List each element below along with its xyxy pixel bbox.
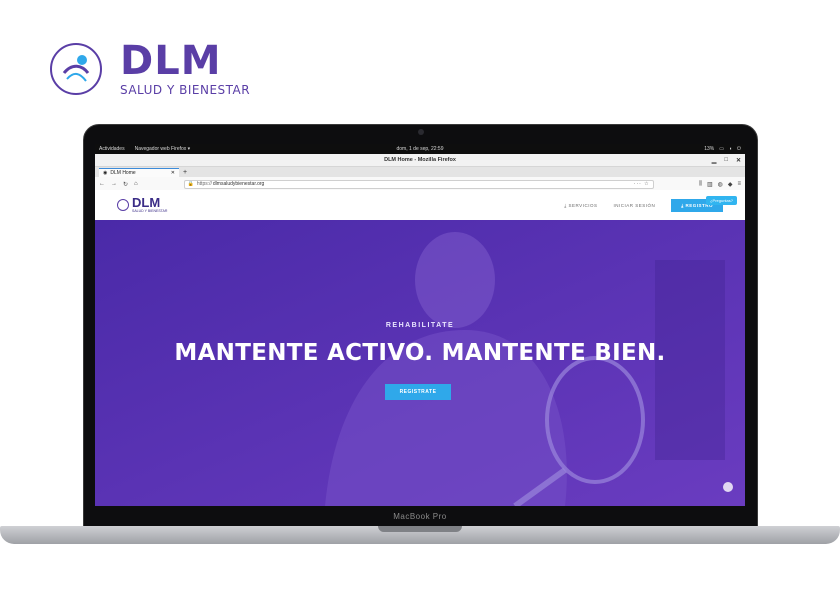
site-header: DLM SALUD Y BIENESTAR ⤓ SERVICIOS INICIA… [95,190,745,220]
hero-register-button[interactable]: REGISTRATE [385,384,451,400]
tab-label: DLM Home [110,170,136,176]
tab-strip: ◉ DLM Home ✕ + [95,167,745,177]
hero-section: REHABILITATE MANTENTE ACTIVO. MANTENTE B… [95,220,745,506]
os-clock[interactable]: dom, 1 de sep, 22:59 [95,146,745,152]
minimize-icon[interactable]: ▁ [712,157,717,164]
laptop-screen: dom, 1 de sep, 22:59 Actividades Navegad… [95,144,745,506]
site-logo-sub: SALUD Y BIENESTAR [132,209,168,213]
forward-icon[interactable]: → [111,181,117,187]
window-titlebar: DLM Home - Mozilla Firefox ▁ □ ✕ [95,154,745,167]
back-icon[interactable]: ← [99,181,105,187]
brand-logo: DLM SALUD Y BIENESTAR [50,40,250,98]
nav-servicios-label: SERVICIOS [568,202,598,208]
site-logo-text: DLM [132,195,161,210]
tab-dlm-home[interactable]: ◉ DLM Home ✕ [99,168,179,177]
url-host: dlmsaludybienestar.org [212,181,265,187]
brand-mark-icon [50,43,102,95]
extension-icon[interactable]: ◆ [728,181,733,188]
site-nav: ⤓ SERVICIOS INICIAR SESIÓN ⤓ REGISTRO [564,198,723,212]
hero-title: MANTENTE ACTIVO. MANTENTE BIEN. [174,340,666,366]
url-bar[interactable]: 🔒 https:// dlmsaludybienestar.org ··· ☆ [183,179,654,189]
website: DLM SALUD Y BIENESTAR ⤓ SERVICIOS INICIA… [95,190,745,506]
close-window-icon[interactable]: ✕ [736,157,741,164]
reload-icon[interactable]: ↻ [123,181,128,188]
url-scheme: https:// [196,181,212,187]
hero-kicker: REHABILITATE [385,322,455,329]
page-actions-icon[interactable]: ··· ☆ [634,181,650,187]
library-icon[interactable]: ⫼ [699,181,702,188]
nav-servicios[interactable]: ⤓ SERVICIOS [564,203,597,208]
site-logo[interactable]: DLM SALUD Y BIENESTAR [117,195,168,213]
camera [418,129,424,135]
nav-login[interactable]: INICIAR SESIÓN [613,203,655,208]
new-tab-icon[interactable]: + [183,168,187,177]
user-icon: ⤓ [681,202,684,208]
os-top-bar: dom, 1 de sep, 22:59 Actividades Navegad… [95,144,745,154]
brand-name: DLM [120,38,222,84]
close-tab-icon[interactable]: ✕ [171,170,175,176]
account-icon[interactable]: ◍ [718,181,723,188]
download-icon: ⤓ [564,202,567,208]
maximize-icon[interactable]: □ [724,157,728,163]
brand-tagline: SALUD Y BIENESTAR [120,83,251,97]
help-tooltip[interactable]: ¿Preguntas? [706,196,737,205]
favicon-icon: ◉ [103,170,108,176]
site-logo-icon [117,199,129,211]
laptop-model: MacBook Pro [393,512,447,521]
lock-icon: 🔒 [187,181,194,187]
home-icon[interactable]: ⌂ [134,181,138,187]
menu-icon[interactable]: ≡ [737,181,741,188]
chat-widget-icon[interactable] [723,482,733,492]
sidebar-icon[interactable]: ▥ [707,181,713,188]
window-title: DLM Home - Mozilla Firefox [384,157,456,163]
laptop-notch [378,526,462,532]
